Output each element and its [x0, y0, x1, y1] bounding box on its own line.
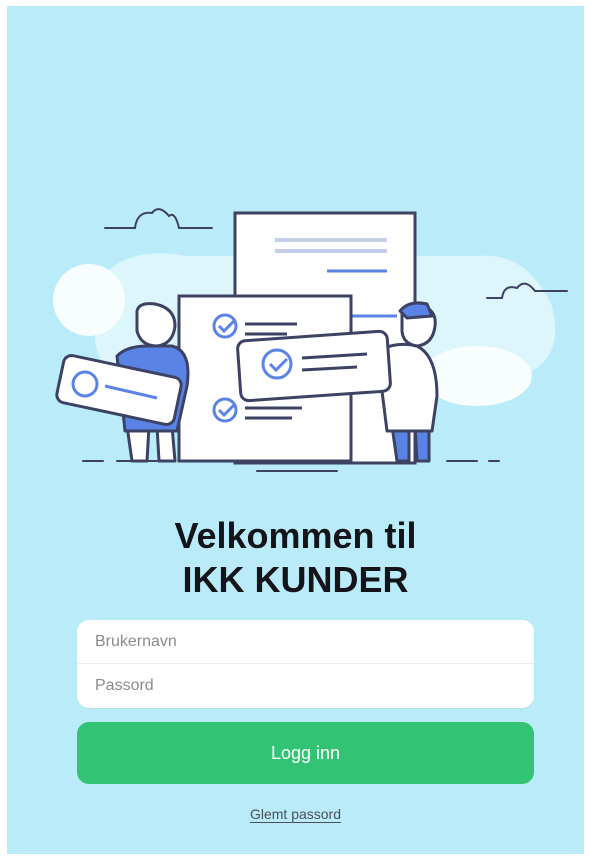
welcome-title-line2: IKK KUNDER	[182, 559, 409, 600]
login-screen: Velkommen til IKK KUNDER Logg inn Glemt …	[7, 6, 584, 854]
right-card	[236, 329, 392, 403]
checklist-people-illustration-icon	[53, 208, 568, 472]
welcome-title-line1: Velkommen til	[174, 515, 417, 556]
login-fields-card	[77, 620, 534, 708]
cloud-line-left	[104, 208, 213, 229]
password-input[interactable]	[77, 664, 534, 707]
username-input[interactable]	[77, 620, 534, 663]
forgot-password-link[interactable]: Glemt passord	[7, 806, 584, 822]
welcome-title: Velkommen til IKK KUNDER	[7, 514, 584, 602]
login-button[interactable]: Logg inn	[77, 722, 534, 784]
